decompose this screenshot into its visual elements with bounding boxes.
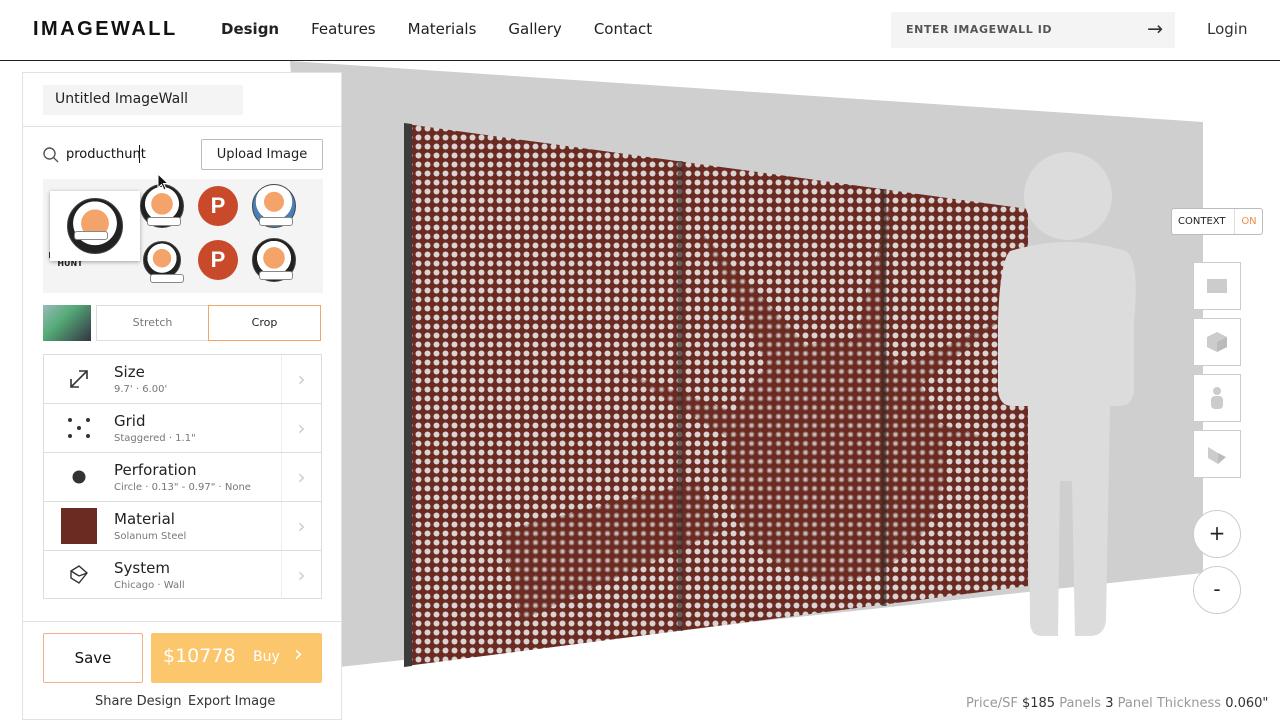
thickness-label: Panel Thickness <box>1117 696 1222 711</box>
grid-title: Grid <box>114 412 146 430</box>
total-price: $10778 <box>163 645 236 667</box>
cube-outline-icon <box>61 557 97 593</box>
nav-design[interactable]: Design <box>221 20 279 38</box>
perforated-wall-panel <box>406 124 1028 666</box>
zoom-out-button[interactable]: - <box>1193 566 1241 614</box>
chevron-right-icon[interactable]: › <box>281 502 321 550</box>
producthunt-p-icon[interactable]: P <box>191 181 245 231</box>
person-view-button[interactable] <box>1193 374 1241 422</box>
producthunt-p-icon[interactable]: P <box>191 235 245 285</box>
perforation-row[interactable]: Perforation Circle · 0.13" - 0.97" · Non… <box>44 453 321 502</box>
context-toggle[interactable]: CONTEXT ON <box>1171 208 1263 235</box>
iso-view-icon <box>1207 332 1227 352</box>
upload-image-button[interactable]: Upload Image <box>201 139 323 170</box>
material-value: Solanum Steel <box>114 531 187 542</box>
panel-divider <box>23 621 341 622</box>
nav-features[interactable]: Features <box>311 20 376 38</box>
share-design-link[interactable]: Share Design <box>95 694 182 709</box>
search-icon <box>43 147 59 163</box>
material-row[interactable]: Material Solanum Steel › <box>44 502 321 551</box>
price-sf-label: Price/SF <box>966 696 1018 711</box>
buy-button[interactable]: $10778 Buy › <box>151 633 322 683</box>
cat-logo-icon[interactable] <box>135 235 189 285</box>
image-search-input[interactable]: producthunt <box>66 147 146 162</box>
chevron-right-icon[interactable]: › <box>281 404 321 452</box>
grid-value: Staggered · 1.1" <box>114 433 196 444</box>
resize-arrow-icon <box>61 361 97 397</box>
save-button[interactable]: Save <box>43 633 143 683</box>
producthunt-text-logo-icon[interactable] <box>247 181 301 231</box>
size-value: 9.7' · 6.00' <box>114 384 168 395</box>
design-panel: Untitled ImageWall producthunt Upload Im… <box>22 72 342 720</box>
design-title-input[interactable]: Untitled ImageWall <box>43 85 243 115</box>
front-view-icon <box>1207 279 1227 293</box>
chevron-right-icon[interactable]: › <box>281 453 321 501</box>
export-image-link[interactable]: Export Image <box>188 694 275 709</box>
panels-label: Panels <box>1059 696 1102 711</box>
perforation-value: Circle · 0.13" - 0.97" · None <box>114 482 251 493</box>
context-state[interactable]: ON <box>1234 209 1263 234</box>
zoom-in-button[interactable]: + <box>1193 510 1241 558</box>
cat-logo-icon[interactable] <box>247 235 301 285</box>
iso-view-button[interactable] <box>1193 318 1241 366</box>
crop-mode-button[interactable]: Crop <box>208 305 321 341</box>
login-link[interactable]: Login <box>1207 20 1247 38</box>
stretch-mode-button[interactable]: Stretch <box>96 305 209 341</box>
thickness-value: 0.060" <box>1225 696 1269 711</box>
system-title: System <box>114 559 170 577</box>
material-swatch-icon <box>61 508 97 544</box>
top-navigation-bar: IMAGEWALL Design Features Materials Gall… <box>0 0 1280 61</box>
system-value: Chicago · Wall <box>114 580 185 591</box>
hovered-result-preview[interactable] <box>50 191 140 261</box>
mouse-cursor-icon <box>157 173 169 191</box>
imagewall-logo[interactable]: IMAGEWALL <box>33 18 178 41</box>
size-row[interactable]: Size 9.7' · 6.00' › <box>44 355 321 404</box>
chevron-right-icon[interactable]: › <box>281 355 321 403</box>
price-sf-value: $185 <box>1021 696 1056 711</box>
nav-gallery[interactable]: Gallery <box>508 20 561 38</box>
panel-divider <box>23 126 341 127</box>
chevron-right-icon[interactable]: › <box>281 551 321 599</box>
grid-row[interactable]: Grid Staggered · 1.1" › <box>44 404 321 453</box>
material-title: Material <box>114 510 175 528</box>
perforation-title: Perforation <box>114 461 197 479</box>
imagewall-id-placeholder: ENTER IMAGEWALL ID <box>906 23 1053 36</box>
price-stats: Price/SF $185 Panels 3 Panel Thickness 0… <box>966 696 1268 711</box>
nav-contact[interactable]: Contact <box>594 20 652 38</box>
main-nav: Design Features Materials Gallery Contac… <box>221 20 652 38</box>
person-view-icon <box>1211 387 1223 409</box>
imagewall-id-input[interactable]: ENTER IMAGEWALL ID → <box>891 12 1175 48</box>
system-row[interactable]: System Chicago · Wall › <box>44 551 321 600</box>
circle-dot-icon <box>61 459 97 495</box>
front-view-button[interactable] <box>1193 262 1241 310</box>
corner-view-button[interactable] <box>1193 430 1241 478</box>
properties-list: Size 9.7' · 6.00' › Grid Staggered · 1.1… <box>43 354 322 599</box>
panels-value: 3 <box>1105 696 1114 711</box>
corner-view-icon <box>1208 447 1226 464</box>
grid-dots-icon <box>61 410 97 446</box>
arrow-right-icon[interactable]: → <box>1147 18 1163 40</box>
context-label: CONTEXT <box>1178 216 1226 227</box>
nav-materials[interactable]: Materials <box>408 20 477 38</box>
text-caret <box>139 145 140 163</box>
buy-label: Buy <box>253 649 280 665</box>
selected-image-thumbnail <box>43 305 91 341</box>
size-title: Size <box>114 363 145 381</box>
chevron-right-icon: › <box>294 642 303 667</box>
